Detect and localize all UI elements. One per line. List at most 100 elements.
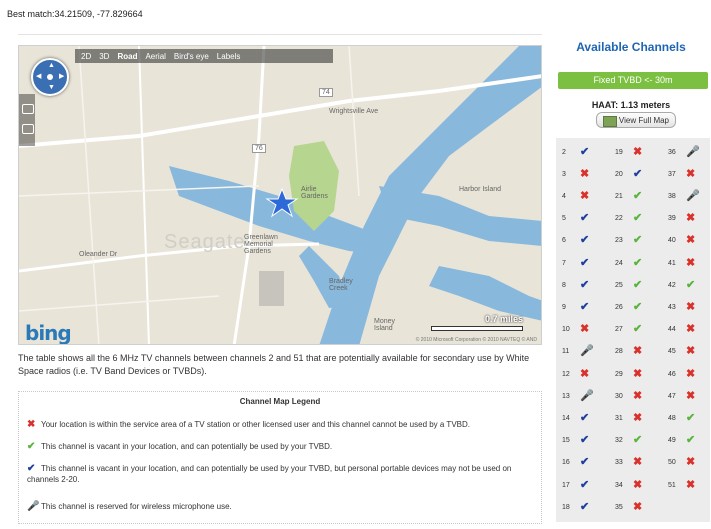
channel-cell: 30 ✖ — [615, 386, 663, 406]
channel-number: 35 — [615, 503, 623, 511]
red-x-icon: ✖ — [633, 145, 643, 158]
channel-cell: 15 ✔ — [562, 431, 610, 451]
channel-number: 15 — [562, 437, 570, 445]
blue-check-icon: ✔ — [580, 456, 590, 469]
channel-cell: 43 ✖ — [668, 297, 711, 317]
divider — [18, 34, 542, 35]
channel-number: 8 — [562, 281, 566, 289]
channel-cell: 27 ✔ — [615, 320, 663, 340]
channel-cell: 22 ✔ — [615, 209, 663, 229]
red-x-icon: ✖ — [580, 167, 590, 180]
map-toolbar: 2D 3D Road Aerial Bird's eye Labels — [75, 49, 333, 63]
map-label-creek: Bradley Creek — [329, 278, 353, 292]
channel-cell: 24 ✔ — [615, 253, 663, 273]
red-x-icon: ✖ — [27, 419, 36, 430]
map-label-island: Money Island — [374, 318, 396, 332]
microphone-icon: 🎤 — [580, 389, 594, 402]
green-check-icon: ✔ — [686, 434, 696, 447]
red-x-icon: ✖ — [686, 478, 696, 491]
map-scale-label: 0.7 miles — [484, 314, 523, 324]
channel-cell: 49 ✔ — [668, 431, 711, 451]
map-labels-toggle[interactable]: Labels — [217, 52, 241, 61]
red-x-icon: ✖ — [633, 456, 643, 469]
green-check-icon: ✔ — [27, 441, 36, 452]
green-check-icon: ✔ — [686, 411, 696, 424]
channel-number: 2 — [562, 148, 566, 156]
best-match-coordinates: Best match:34.21509, -77.829664 — [7, 9, 143, 19]
legend-text: Your location is within the service area… — [41, 420, 470, 429]
map-mode-road[interactable]: Road — [117, 52, 137, 61]
channel-number: 40 — [668, 237, 676, 245]
view-full-map-button[interactable]: View Full Map — [596, 112, 676, 128]
channel-cell: 5 ✔ — [562, 209, 610, 229]
channel-number: 43 — [668, 303, 676, 311]
red-x-icon: ✖ — [686, 345, 696, 358]
channel-cell: 12 ✖ — [562, 364, 610, 384]
channel-number: 6 — [562, 237, 566, 245]
channel-cell: 11 🎤 — [562, 342, 610, 362]
microphone-icon: 🎤 — [686, 189, 700, 202]
red-x-icon: ✖ — [633, 500, 643, 513]
legend-item-vacant: ✔ This channel is vacant in your location… — [27, 441, 527, 452]
green-check-icon: ✔ — [686, 278, 696, 291]
map-layers-icon[interactable] — [22, 124, 34, 134]
map-copyright: © 2010 Microsoft Corporation © 2010 NAVT… — [415, 337, 537, 343]
channel-number: 9 — [562, 303, 566, 311]
legend-item-vacant-fixed-only: ✔ This channel is vacant in your location… — [27, 463, 527, 485]
green-check-icon: ✔ — [633, 300, 643, 313]
channel-cell: 4 ✖ — [562, 186, 610, 206]
blue-check-icon: ✔ — [633, 167, 643, 180]
channel-number: 33 — [615, 459, 623, 467]
map-canvas[interactable] — [19, 46, 542, 345]
map-label-street: Wrightsville Ave — [329, 108, 379, 115]
green-check-icon: ✔ — [633, 256, 643, 269]
bing-logo[interactable]: bing — [25, 321, 72, 344]
channel-cell: 20 ✔ — [615, 164, 663, 184]
legend-title: Channel Map Legend — [239, 397, 321, 406]
channel-cell: 36 🎤 — [668, 142, 711, 162]
channel-cell: 3 ✖ — [562, 164, 610, 184]
channel-cell: 29 ✖ — [615, 364, 663, 384]
map-mode-aerial[interactable]: Aerial — [145, 52, 165, 61]
map-mode-birdseye[interactable]: Bird's eye — [174, 52, 209, 61]
channel-number: 50 — [668, 459, 676, 467]
map-pan-compass-icon[interactable]: ▲ ▼ ◀ ▶ — [31, 58, 69, 96]
channel-number: 51 — [668, 481, 676, 489]
channel-number: 42 — [668, 281, 676, 289]
channel-cell: 45 ✖ — [668, 342, 711, 362]
red-x-icon: ✖ — [686, 234, 696, 247]
channel-number: 45 — [668, 348, 676, 356]
channel-cell: 32 ✔ — [615, 431, 663, 451]
bing-map[interactable]: 2D 3D Road Aerial Bird's eye Labels ▲ ▼ … — [18, 45, 542, 345]
fixed-tvbd-button[interactable]: Fixed TVBD <- 30m — [558, 72, 708, 89]
channel-grid: 2 ✔ 3 ✖ 4 ✖ 5 ✔ 6 ✔ 7 ✔ 8 ✔ 9 ✔ 10 ✖ 11 🎤 12 ✖ 13 🎤 14 ✔ 15 ✔ 16 ✔ 17 ✔… — [556, 138, 710, 522]
channel-number: 14 — [562, 414, 570, 422]
microphone-icon: 🎤 — [27, 501, 40, 512]
map-label-cemetery: Greenlawn Memorial Gardens — [244, 234, 278, 255]
map-zoom-icon[interactable] — [22, 104, 34, 114]
green-check-icon: ✔ — [633, 234, 643, 247]
channel-cell: 44 ✖ — [668, 320, 711, 340]
red-x-icon: ✖ — [686, 256, 696, 269]
channel-number: 7 — [562, 259, 566, 267]
blue-check-icon: ✔ — [580, 256, 590, 269]
map-label-street: Oleander Dr — [79, 251, 118, 258]
green-check-icon: ✔ — [633, 189, 643, 202]
blue-check-icon: ✔ — [580, 300, 590, 313]
channel-number: 17 — [562, 481, 570, 489]
legend-text: This channel is vacant in your location,… — [27, 464, 512, 484]
channel-number: 5 — [562, 215, 566, 223]
map-mode-3d[interactable]: 3D — [99, 52, 109, 61]
channel-description: The table shows all the 6 MHz TV channel… — [18, 353, 530, 376]
channel-number: 32 — [615, 437, 623, 445]
green-check-icon: ✔ — [633, 278, 643, 291]
red-x-icon: ✖ — [580, 189, 590, 202]
route-shield-icon: 74 — [319, 88, 333, 97]
channel-number: 18 — [562, 503, 570, 511]
available-channels-title: Available Channels — [576, 40, 686, 54]
legend-item-unavailable: ✖ Your location is within the service are… — [27, 419, 527, 430]
map-mode-2d[interactable]: 2D — [81, 52, 91, 61]
red-x-icon: ✖ — [686, 300, 696, 313]
legend-text: This channel is reserved for wireless mi… — [41, 502, 232, 511]
channel-cell: 19 ✖ — [615, 142, 663, 162]
